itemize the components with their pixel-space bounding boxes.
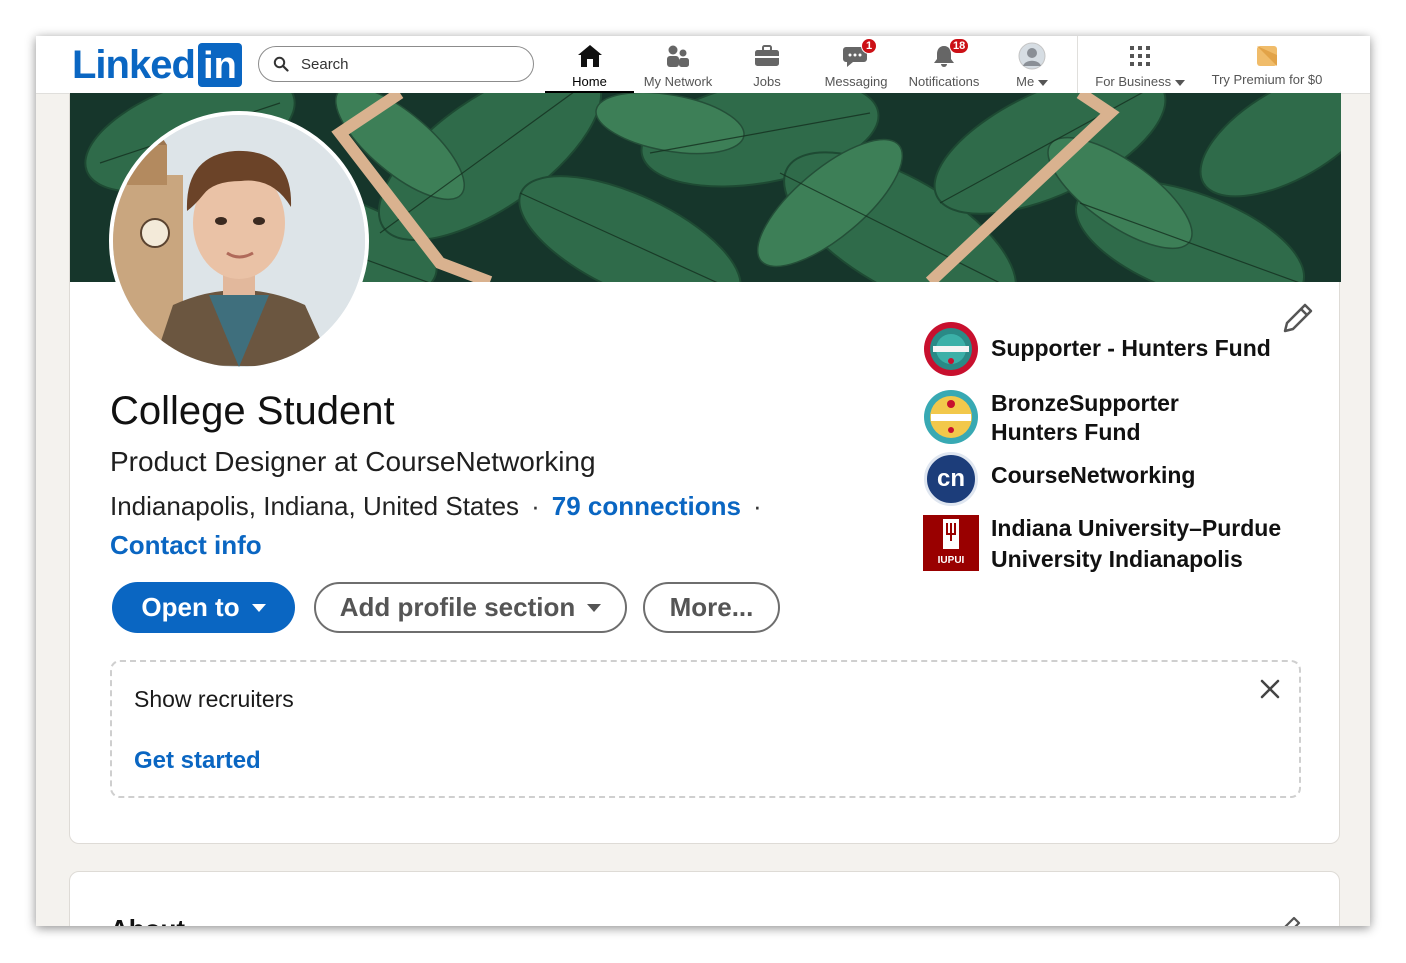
nav-jobs-label: Jobs <box>753 74 781 89</box>
org-bronze-supporter[interactable]: BronzeSupporter Hunters Fund <box>923 389 1179 447</box>
org-name: Indiana University–Purdue University Ind… <box>991 513 1281 575</box>
nav-jobs[interactable]: Jobs <box>722 36 812 93</box>
nav-try-premium-label: Try Premium for $0 <box>1211 72 1323 87</box>
more-label: More... <box>669 592 754 622</box>
org-name-line2: University Indianapolis <box>991 546 1243 572</box>
org-supporter-hunters-fund[interactable]: Supporter - Hunters Fund <box>923 321 1271 377</box>
separator-dot: · <box>753 491 762 521</box>
org-name-line1: BronzeSupporter <box>991 390 1179 416</box>
notifications-badge: 18 <box>949 38 970 54</box>
grid-icon <box>1130 46 1150 66</box>
iu-trident-icon <box>943 519 959 549</box>
briefcase-icon <box>755 45 779 66</box>
org-name-line1: Indiana University–Purdue <box>991 515 1282 541</box>
profile-location-line: Indianapolis, Indiana, United States · 79 … <box>110 491 774 522</box>
nav-my-network-label: My Network <box>643 74 713 89</box>
more-button[interactable]: More... <box>643 582 780 633</box>
linkedin-logo[interactable]: Linked in <box>72 42 242 88</box>
close-icon[interactable] <box>1259 678 1281 700</box>
caret-down-icon <box>587 603 602 612</box>
profile-photo[interactable] <box>109 111 369 371</box>
org-iupui[interactable]: IUPUI Indiana University–Purdue Universi… <box>923 515 1281 575</box>
edit-about-pencil-icon[interactable] <box>1273 914 1303 926</box>
profile-location: Indianapolis, Indiana, United States <box>110 491 520 521</box>
open-to-label: Open to <box>141 592 240 622</box>
nav-divider <box>1077 36 1078 93</box>
profile-name: College Student <box>110 389 395 433</box>
iupui-logo: IUPUI <box>923 515 979 571</box>
show-recruiters-card: Show recruiters Get started <box>110 660 1301 798</box>
logo-wordmark: Linked <box>72 42 196 87</box>
add-profile-section-button[interactable]: Add profile section <box>314 582 627 633</box>
nav-my-network[interactable]: My Network <box>634 36 722 93</box>
show-recruiters-title: Show recruiters <box>134 686 294 712</box>
org-name: CourseNetworking <box>991 462 1196 488</box>
me-text: Me <box>1016 74 1035 89</box>
contact-info-link[interactable]: Contact info <box>110 530 262 561</box>
profile-card: College Student Product Designer at Cour… <box>69 93 1341 844</box>
nav-home-label: Home <box>572 74 607 89</box>
cn-mark: cn <box>924 452 978 506</box>
nav-notifications[interactable]: 18 Notifications <box>900 36 988 93</box>
org-name: Supporter - Hunters Fund <box>991 335 1271 361</box>
separator-dot: · <box>531 491 540 521</box>
nav-me[interactable]: Me <box>988 36 1076 93</box>
messaging-badge: 1 <box>861 38 877 54</box>
nav-for-business-label: For Business <box>1095 74 1185 89</box>
about-card: About <box>69 871 1340 926</box>
nav-try-premium[interactable]: Try Premium for $0 <box>1202 36 1332 93</box>
nav-messaging-label: Messaging <box>824 74 888 89</box>
nav-me-label: Me <box>1016 74 1048 89</box>
connections-link[interactable]: 79 connections <box>552 491 741 521</box>
supporter-badge-icon <box>924 322 978 376</box>
edit-intro-pencil-icon[interactable] <box>1279 301 1315 337</box>
chevron-down-icon <box>1174 79 1185 86</box>
search-icon <box>273 56 289 72</box>
home-icon <box>577 45 602 67</box>
premium-icon <box>1257 46 1277 66</box>
iupui-text: IUPUI <box>937 555 965 566</box>
coursenetworking-logo: cn <box>923 451 979 507</box>
add-profile-section-label: Add profile section <box>339 592 576 622</box>
get-started-link[interactable]: Get started <box>134 747 261 775</box>
profile-headline: Product Designer at CourseNetworking <box>110 446 596 477</box>
about-title: About <box>110 914 185 926</box>
nav-home[interactable]: Home <box>545 36 634 93</box>
browser-window: Linked in Home <box>36 36 1370 926</box>
profile-portrait-image <box>113 115 365 367</box>
for-business-text: For Business <box>1095 74 1172 89</box>
search-box[interactable] <box>258 46 534 82</box>
open-to-button[interactable]: Open to <box>112 582 295 633</box>
org-name: BronzeSupporter Hunters Fund <box>991 389 1179 447</box>
nav-messaging[interactable]: 1 Messaging <box>812 36 900 93</box>
nav-for-business[interactable]: For Business <box>1085 36 1195 93</box>
bronze-badge-icon <box>924 390 978 444</box>
network-icon <box>667 45 689 67</box>
logo-in-box: in <box>197 43 242 87</box>
caret-down-icon <box>251 603 266 612</box>
chevron-down-icon <box>1037 79 1048 86</box>
org-coursenetworking[interactable]: cn CourseNetworking <box>923 451 1195 507</box>
top-nav: Linked in Home <box>36 36 1370 94</box>
avatar-icon <box>1018 42 1046 70</box>
search-input[interactable] <box>299 54 503 74</box>
nav-notifications-label: Notifications <box>908 74 980 89</box>
org-name-line2: Hunters Fund <box>991 419 1141 445</box>
